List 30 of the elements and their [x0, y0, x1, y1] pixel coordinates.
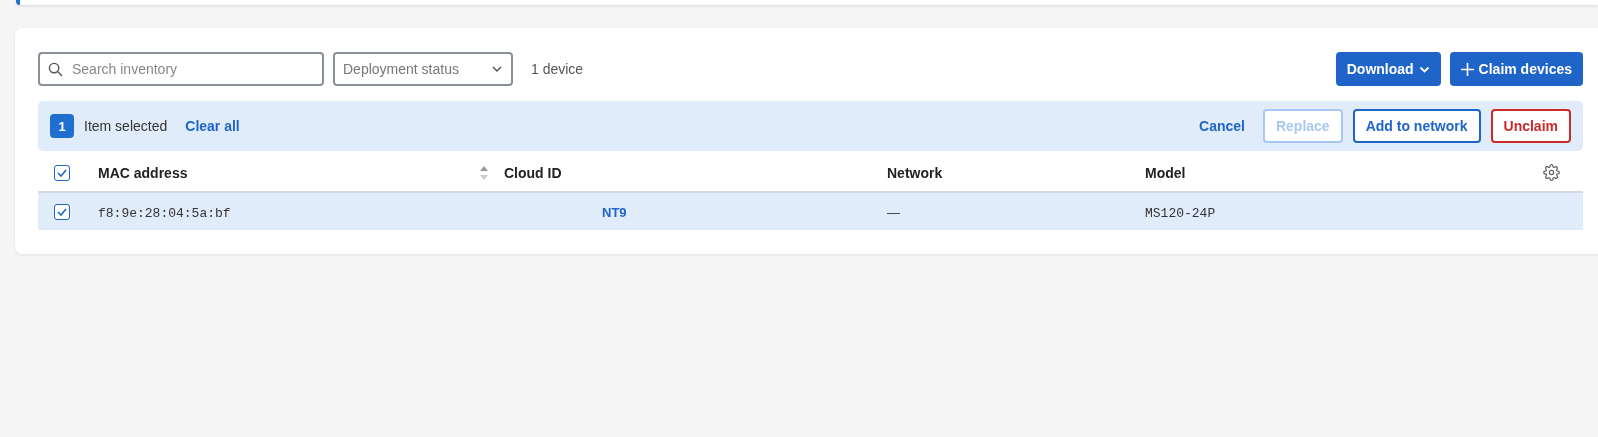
selection-count: 1 — [50, 114, 74, 138]
check-icon — [57, 207, 67, 216]
search-icon — [48, 62, 63, 77]
column-header: Network — [887, 164, 943, 181]
search-field[interactable]: Search inventory — [38, 52, 324, 86]
selection-label: Item selected — [84, 118, 168, 134]
table-cell: MS120-24P — [1145, 205, 1216, 221]
settings-icon[interactable] — [1543, 164, 1560, 181]
claim-button[interactable]: Claim devices — [1449, 52, 1583, 86]
action-button[interactable]: Add to network — [1352, 109, 1481, 143]
status-dropdown[interactable]: Deployment status — [333, 52, 513, 86]
table-cell: — — [887, 204, 900, 220]
download-button[interactable]: Download — [1335, 52, 1441, 86]
plus-icon — [1460, 62, 1474, 76]
column-header: Cloud ID — [504, 164, 562, 181]
check-icon — [57, 168, 67, 177]
column-header: Model — [1145, 164, 1186, 181]
chevron-down-icon — [491, 65, 503, 73]
table-row[interactable]: f8:9e:28:04:5a:bf NT9 — MS120-24P — [38, 193, 1583, 230]
sort-icon[interactable] — [480, 165, 488, 180]
column-header: MAC address — [98, 164, 188, 181]
table-cell: f8:9e:28:04:5a:bf — [98, 205, 231, 221]
clear-all-link[interactable]: Clear all — [177, 118, 248, 134]
cloud-id-link[interactable]: NT9 — [504, 204, 627, 220]
chevron-down-icon — [1418, 65, 1430, 73]
checkbox[interactable] — [54, 164, 70, 181]
unclaim-button[interactable]: Unclaim — [1490, 109, 1571, 143]
device-count: 1 device — [531, 61, 584, 77]
cancel-link[interactable]: Cancel — [1191, 118, 1253, 134]
checkbox[interactable] — [54, 203, 70, 220]
